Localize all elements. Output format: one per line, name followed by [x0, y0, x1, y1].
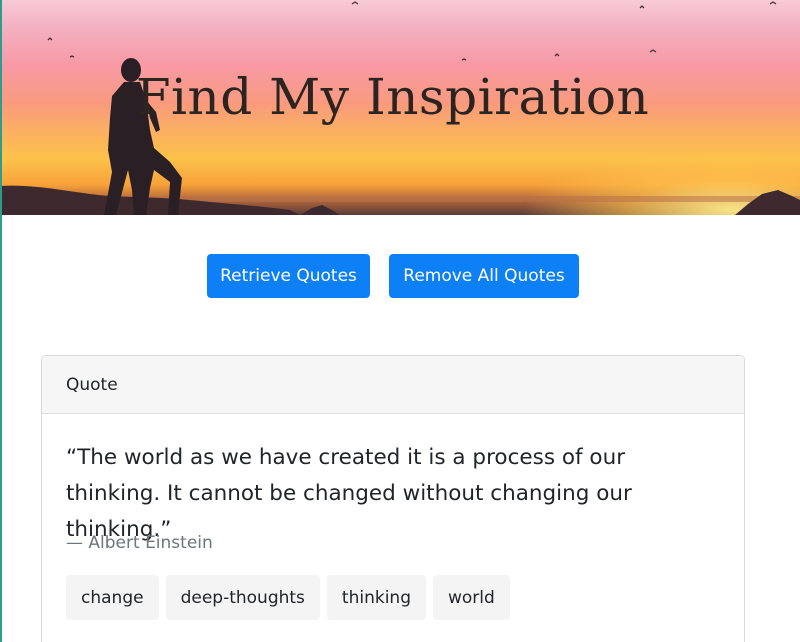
page-title: Find My Inspiration: [135, 68, 650, 126]
quote-tags: change deep-thoughts thinking world: [66, 575, 510, 620]
quote-card-header: Quote: [42, 356, 744, 414]
hero-banner: Find My Inspiration: [0, 0, 800, 215]
quote-card: Quote “The world as we have created it i…: [41, 355, 745, 642]
retrieve-quotes-button[interactable]: Retrieve Quotes: [207, 254, 370, 298]
remove-all-quotes-button[interactable]: Remove All Quotes: [389, 254, 579, 298]
quote-author: — Albert Einstein: [66, 533, 213, 553]
birds: [47, 1, 777, 61]
tag-deep-thoughts[interactable]: deep-thoughts: [165, 575, 320, 620]
tag-world[interactable]: world: [433, 575, 510, 620]
tag-thinking[interactable]: thinking: [326, 575, 426, 620]
quote-text: “The world as we have created it is a pr…: [66, 445, 632, 542]
tag-change[interactable]: change: [66, 575, 159, 620]
left-edge-accent: [0, 0, 2, 642]
